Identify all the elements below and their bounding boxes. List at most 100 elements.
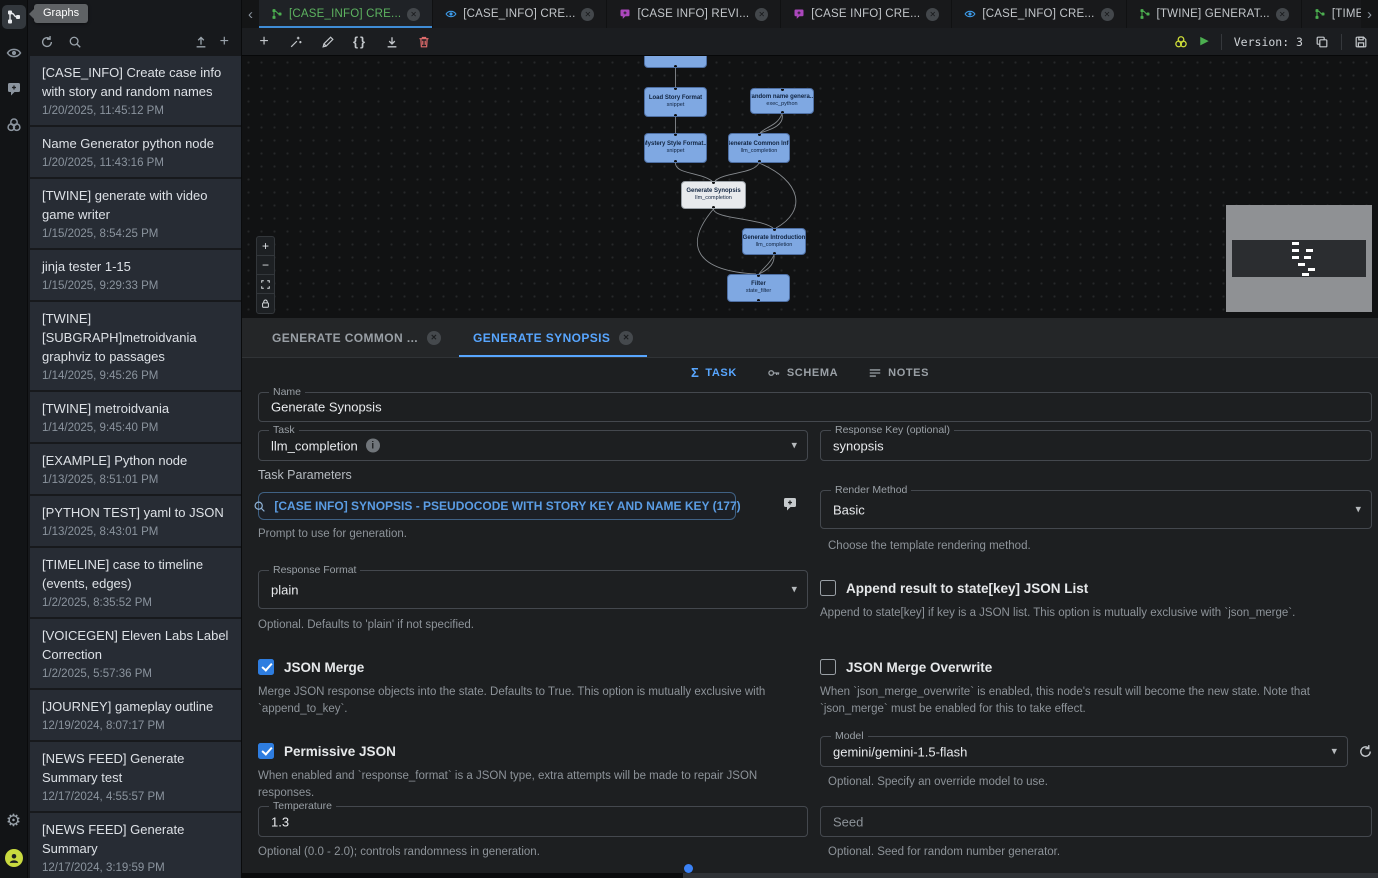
play-icon[interactable]: ▶ [1200,36,1208,47]
rail-button[interactable] [2,77,26,101]
graph-list-item[interactable]: [PYTHON TEST] yaml to JSON 1/13/2025, 8:… [30,496,241,546]
graph-canvas[interactable]: state_mkey Load Story Format snippet ran… [242,56,1378,318]
rail-button[interactable]: ⚙ [2,808,26,832]
copy-icon[interactable] [1315,35,1329,49]
model-select[interactable]: Model gemini/gemini-1.5-flash ▾ [820,736,1348,767]
panel-toolbar-button[interactable] [68,35,82,49]
detail-tab-bar: Σ TASK SCHEMA NOTES [242,358,1378,388]
refresh-models-icon[interactable] [1354,740,1376,762]
close-icon[interactable]: ✕ [755,8,768,21]
minimap[interactable] [1226,205,1372,312]
graph-list: [CASE_INFO] Create case info with story … [30,56,241,878]
toolbar-button[interactable]: + [252,31,276,53]
graph-title: [PYTHON TEST] yaml to JSON [42,503,229,522]
response-format-select[interactable]: Response Format plain ▾ [258,570,808,609]
toolbar-button[interactable] [284,31,308,53]
rail-button[interactable] [2,41,26,65]
node-task-type: snippet [667,148,685,155]
detail-tab[interactable]: SCHEMA [767,366,838,380]
upload-icon [194,35,208,49]
graph-list-item[interactable]: [NEWS FEED] Generate Summary 12/17/2024,… [30,813,241,878]
info-icon[interactable]: i [366,439,380,453]
close-icon[interactable]: ✕ [581,8,594,21]
sigma-icon: Σ [691,366,699,380]
close-icon[interactable]: ✕ [427,331,441,345]
close-icon[interactable]: ✕ [407,8,420,21]
node-tab[interactable]: GENERATE COMMON ... ✕ [258,318,455,357]
graph-node[interactable]: Mystery Style Format... snippet [644,133,707,163]
detail-tab[interactable]: NOTES [868,366,929,380]
graph-timestamp: 1/20/2025, 11:45:12 PM [42,104,229,118]
fit-icon [260,279,271,290]
panel-toolbar-button[interactable]: + [220,34,229,50]
node-tab[interactable]: GENERATE SYNOPSIS ✕ [459,318,647,357]
graph-list-item[interactable]: Name Generator python node 1/20/2025, 11… [30,127,241,177]
close-icon[interactable]: ✕ [619,331,633,345]
graph-node[interactable]: Generate Common Info llm_completion [728,133,790,163]
temperature-field[interactable]: Temperature 1.3 [258,806,808,837]
graph-list-item[interactable]: jinja tester 1-15 1/15/2025, 9:29:33 PM [30,250,241,300]
graph-node[interactable]: Generate Introduction llm_completion [742,228,806,255]
task-select[interactable]: Task llm_completion i ▾ [258,430,808,461]
graph-list-item[interactable]: [TWINE][SUBGRAPH]metroidvania graphviz t… [30,302,241,390]
panel-toolbar-button[interactable] [40,35,54,49]
rail-button[interactable] [2,846,26,870]
horizontal-scrollbar[interactable] [242,873,1378,878]
toolbar-button[interactable] [380,31,404,53]
graph-list-item[interactable]: [NEWS FEED] Generate Summary test 12/17/… [30,742,241,811]
zoom-out-button[interactable]: − [257,256,274,275]
lock-button[interactable] [257,294,274,313]
graph-list-item[interactable]: [EXAMPLE] Python node 1/13/2025, 8:51:01… [30,444,241,494]
editor-tab[interactable]: [TWINE] GENERAT... ✕ [1127,0,1302,28]
graph-list-item[interactable]: [TIMELINE] case to timeline (events, edg… [30,548,241,617]
comment-icon [619,8,631,20]
field-label: Model [831,730,868,743]
close-icon[interactable]: ✕ [926,8,939,21]
chevron-left-icon[interactable]: ‹ [242,0,259,28]
checkbox[interactable] [820,659,836,675]
response-key-field[interactable]: Response Key (optional) synopsis [820,430,1372,461]
rail-button[interactable] [2,5,26,29]
graph-node[interactable]: Load Story Format snippet [644,87,707,117]
graph-list-item[interactable]: [TWINE] metroidvania 1/14/2025, 9:45:40 … [30,392,241,442]
fit-view-button[interactable] [257,275,274,294]
graph-list-item[interactable]: [CASE_INFO] Create case info with story … [30,56,241,125]
graph-title: [JOURNEY] gameplay outline [42,697,229,716]
render-method-select[interactable]: Render Method Basic ▾ [820,490,1372,529]
editor-tab[interactable]: [CASE_INFO] CRE... ✕ [433,0,607,28]
graph-timestamp: 1/2/2025, 5:57:36 PM [42,667,229,681]
graph-list-item[interactable]: [JOURNEY] gameplay outline 12/19/2024, 8… [30,690,241,740]
close-icon[interactable]: ✕ [1276,8,1289,21]
editor-tab[interactable]: [CASE_INFO] CRE... ✕ [259,0,433,28]
panel-toolbar-button[interactable] [194,35,208,49]
toolbar-button[interactable] [316,31,340,53]
chevron-right-icon[interactable]: › [1361,0,1378,28]
close-icon[interactable]: ✕ [1101,8,1114,21]
rail-button[interactable] [2,113,26,137]
editor-tab[interactable]: [CASE INFO] REVI... ✕ [607,0,781,28]
graph-node[interactable]: Generate Synopsis llm_completion [681,181,746,209]
node-tab-label: GENERATE COMMON ... [272,331,418,345]
editor-tab[interactable]: [CASE INFO] CRE... ✕ [781,0,952,28]
seed-field[interactable]: Seed [820,806,1372,837]
graph-node[interactable]: state_mkey [644,56,707,68]
checkbox[interactable] [258,659,274,675]
name-field[interactable]: Name Generate Synopsis [258,392,1372,422]
graph-node[interactable]: Filter state_filter [727,274,790,302]
detail-tab[interactable]: Σ TASK [691,366,737,380]
toolbar-button[interactable] [412,31,436,53]
graph-list-item[interactable]: [VOICEGEN] Eleven Labs Label Correction … [30,619,241,688]
graph-node[interactable]: random name genera... exec_python [750,88,814,114]
knot-icon[interactable] [1174,35,1188,49]
checkbox[interactable] [820,580,836,596]
graph-list-item[interactable]: [TWINE] generate with video game writer … [30,179,241,248]
save-icon[interactable] [1354,35,1368,49]
comment-add-icon[interactable] [780,494,800,514]
prompt-picker[interactable]: [CASE INFO] SYNOPSIS - PSEUDOCODE WITH S… [258,492,736,520]
editor-tab[interactable]: [CASE_INFO] CRE... ✕ [952,0,1126,28]
checkbox[interactable] [258,743,274,759]
scrollbar-thumb[interactable] [683,873,1378,878]
toolbar-button[interactable]: {} [348,31,372,53]
zoom-in-button[interactable]: + [257,237,274,256]
scroll-indicator[interactable] [684,864,693,873]
